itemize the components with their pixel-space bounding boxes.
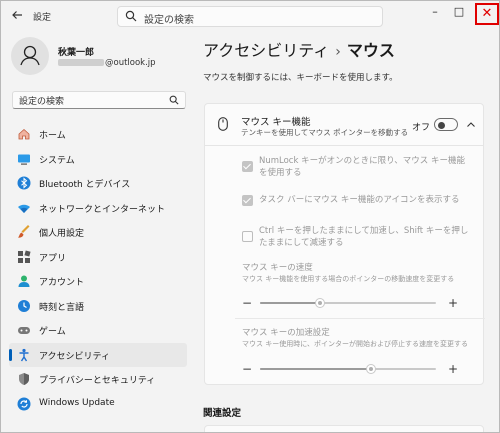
acceleration-slider-fill: [260, 368, 371, 370]
numlock-checkbox[interactable]: [242, 161, 253, 172]
acceleration-slider[interactable]: [260, 364, 436, 374]
ctrl-shift-checkbox[interactable]: [242, 231, 253, 242]
mouse-keys-title: マウス キー機能: [241, 117, 311, 128]
speed-slider[interactable]: [260, 298, 436, 308]
mouse-keys-subtitle: テンキーを使用してマウス ポインターを移動する: [241, 128, 409, 137]
sidebar-item-label: アカウント: [39, 278, 85, 288]
sidebar-item-label: Bluetooth とデバイス: [39, 180, 131, 190]
close-button[interactable]: ✕: [475, 3, 499, 25]
breadcrumb-parent[interactable]: アクセシビリティ: [203, 41, 329, 60]
sidebar-item-home[interactable]: ホーム: [9, 122, 187, 147]
taskbar-icon-checkbox[interactable]: [242, 195, 253, 206]
maximize-button[interactable]: □: [447, 1, 471, 23]
sidebar-item-label: ゲーム: [39, 327, 66, 337]
apps-icon: [18, 249, 31, 263]
accessibility-icon: [19, 348, 29, 361]
home-icon: [18, 128, 30, 140]
sidebar-item-label: アクセシビリティ: [39, 351, 111, 362]
system-icon: [18, 154, 30, 165]
back-button[interactable]: [9, 9, 25, 25]
search-placeholder: 設定の検索: [144, 15, 194, 26]
sidebar-item-label: アプリ: [39, 253, 67, 264]
acceleration-decrease[interactable]: −: [242, 362, 252, 376]
mouse-keys-toggle[interactable]: [434, 118, 458, 131]
toggle-knob: [438, 121, 445, 129]
speed-decrease[interactable]: −: [242, 296, 252, 310]
sidebar-item-accounts[interactable]: アカウント: [9, 269, 187, 294]
taskbar-icon-option-label: タスク バーにマウス キー機能のアイコンを表示する: [259, 195, 460, 205]
bluetooth-icon: [17, 176, 31, 190]
sidebar-item-windows-update[interactable]: Windows Update: [9, 392, 187, 417]
sidebar-item-apps[interactable]: アプリ: [9, 245, 187, 270]
mouse-icon: [218, 117, 228, 131]
email-suffix: @outlook.jp: [105, 58, 156, 68]
search-icon: [125, 10, 137, 22]
related-settings-heading: 関連設定: [203, 408, 242, 419]
email-redaction: [58, 59, 104, 66]
chevron-up-icon[interactable]: [466, 120, 476, 130]
network-icon: [18, 204, 30, 213]
sidebar-search-input[interactable]: 設定の検索: [12, 91, 186, 109]
sidebar-search-placeholder: 設定の検索: [19, 97, 65, 107]
search-icon: [169, 95, 179, 105]
avatar: [11, 37, 49, 75]
speed-slider-row: − +: [242, 296, 466, 310]
sidebar-item-time-language[interactable]: 時刻と言語: [9, 294, 187, 319]
ctrl-shift-option-label: Ctrl キーを押したままにして加速し、Shift キーを押したままにして減速す…: [259, 226, 469, 248]
gaming-icon: [18, 327, 30, 334]
acceleration-subtitle: マウス キー使用時に、ポインターが開始および停止する速度を変更する: [242, 340, 469, 348]
arrow-left-icon: [12, 11, 22, 19]
brush-icon: [18, 225, 30, 238]
breadcrumb-separator: ›: [335, 44, 341, 60]
title-bar: 設定 設定の検索 – □ ✕: [1, 1, 499, 31]
sidebar-item-bluetooth[interactable]: Bluetooth とデバイス: [9, 171, 187, 196]
account-icon: [18, 275, 30, 287]
user-profile[interactable]: 秋葉一郎 @outlook.jp: [11, 37, 191, 77]
speed-slider-fill: [260, 302, 320, 304]
sidebar-item-label: システム: [39, 155, 75, 166]
divider: [235, 318, 485, 319]
sidebar-item-label: 時刻と言語: [39, 302, 85, 313]
sidebar-item-label: プライバシーとセキュリティ: [39, 376, 156, 386]
sidebar-item-label: ネットワークとインターネット: [39, 204, 166, 215]
speed-increase[interactable]: +: [448, 296, 458, 310]
breadcrumb: アクセシビリティ › マウス: [203, 37, 395, 61]
person-icon: [20, 45, 40, 66]
user-email: @outlook.jp: [58, 58, 156, 68]
sidebar-item-personalization[interactable]: 個人用設定: [9, 220, 187, 245]
sidebar-item-network[interactable]: ネットワークとインターネット: [9, 196, 187, 221]
speed-title: マウス キーの速度: [242, 263, 313, 273]
update-icon: [17, 397, 31, 410]
settings-window: 設定 設定の検索 – □ ✕ 秋葉一郎 @outlook.jp 設定の検索 ホー…: [0, 0, 500, 433]
sidebar-item-system[interactable]: システム: [9, 147, 187, 172]
active-indicator: [9, 348, 12, 361]
sidebar-nav: ホーム システム Bluetooth とデバイス ネットワークとインターネット …: [9, 122, 187, 416]
acceleration-title: マウス キーの加速設定: [242, 328, 330, 338]
mouse-keys-header[interactable]: マウス キー機能 テンキーを使用してマウス ポインターを移動する オフ: [205, 104, 483, 146]
shield-icon: [19, 373, 29, 385]
speed-slider-thumb[interactable]: [314, 298, 325, 308]
mouse-keys-card: マウス キー機能 テンキーを使用してマウス ポインターを移動する オフ NumL…: [204, 103, 485, 385]
time-language-icon: [18, 299, 30, 312]
app-title: 設定: [33, 13, 52, 23]
sidebar-item-label: ホーム: [39, 131, 66, 141]
numlock-option-label: NumLock キーがオンのときに限り、マウス キー機能を使用する: [259, 156, 465, 178]
acceleration-increase[interactable]: +: [448, 362, 458, 376]
page-description: マウスを制御するには、キーボードを使用します。: [203, 73, 398, 83]
user-name: 秋葉一郎: [58, 48, 95, 58]
search-box[interactable]: 設定の検索: [117, 6, 383, 27]
toggle-state-label: オフ: [412, 123, 431, 133]
sidebar-item-gaming[interactable]: ゲーム: [9, 318, 187, 343]
minimize-button[interactable]: –: [423, 1, 447, 23]
sidebar-item-accessibility[interactable]: アクセシビリティ: [9, 342, 187, 367]
page-title: マウス: [346, 41, 395, 60]
sidebar-item-label: 個人用設定: [39, 229, 85, 239]
acceleration-slider-row: − +: [242, 362, 466, 376]
sidebar-item-privacy-security[interactable]: プライバシーとセキュリティ: [9, 367, 187, 392]
related-settings-card: [204, 425, 484, 432]
sidebar-item-label: Windows Update: [39, 397, 115, 408]
acceleration-slider-thumb[interactable]: [365, 364, 376, 374]
speed-subtitle: マウス キー機能を使用する場合のポインターの移動速度を変更する: [242, 275, 455, 283]
